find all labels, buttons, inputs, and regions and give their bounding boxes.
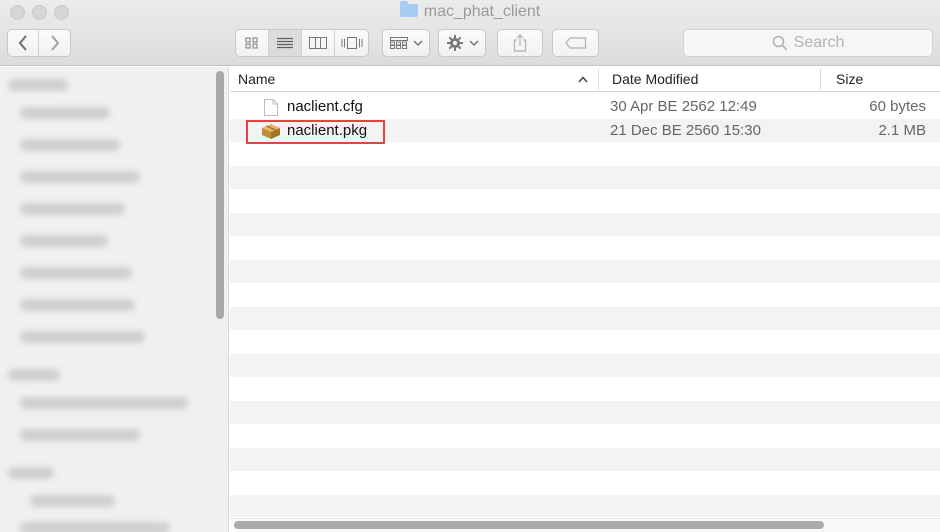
- file-list: naclient.cfg 30 Apr BE 2562 12:49 60 byt…: [230, 93, 940, 517]
- cover-flow-icon: [341, 37, 362, 49]
- chevron-left-icon: [18, 35, 27, 51]
- forward-button[interactable]: [39, 30, 70, 56]
- empty-row: [230, 189, 940, 213]
- document-icon: [264, 99, 278, 116]
- empty-row: [230, 400, 940, 424]
- empty-row: [230, 447, 940, 471]
- sidebar-item[interactable]: [20, 235, 108, 247]
- empty-row: [230, 471, 940, 495]
- share-button[interactable]: [497, 29, 543, 57]
- navigation-buttons: [7, 29, 71, 57]
- empty-row: [230, 330, 940, 354]
- empty-row: [230, 424, 940, 448]
- sidebar-item[interactable]: [20, 397, 188, 409]
- sidebar-scrollbar[interactable]: [216, 71, 224, 319]
- empty-row: [230, 165, 940, 189]
- date-column-header[interactable]: Date Modified: [612, 67, 698, 92]
- sidebar-item[interactable]: [20, 203, 125, 215]
- chevron-down-icon: [412, 40, 423, 47]
- back-button[interactable]: [8, 30, 40, 56]
- sidebar-item[interactable]: [20, 267, 132, 279]
- window-toolbar: mac_phat_client Search: [0, 0, 940, 66]
- file-name: naclient.pkg: [287, 121, 368, 139]
- gear-icon: [446, 35, 463, 51]
- arrange-button[interactable]: [382, 29, 430, 57]
- list-view-button[interactable]: [269, 30, 302, 56]
- empty-row: [230, 283, 940, 307]
- cover-flow-button[interactable]: [335, 30, 368, 56]
- sidebar-item[interactable]: [20, 522, 170, 532]
- file-date: 21 Dec BE 2560 15:30: [610, 121, 761, 139]
- chevron-down-icon: [468, 40, 479, 47]
- empty-row: [230, 259, 940, 283]
- action-button[interactable]: [438, 29, 486, 57]
- empty-row: [230, 212, 940, 236]
- name-column-header[interactable]: Name: [238, 67, 275, 92]
- file-row[interactable]: naclient.cfg 30 Apr BE 2562 12:49 60 byt…: [230, 95, 940, 119]
- sidebar-section-heading: [8, 369, 60, 381]
- search-placeholder: Search: [793, 34, 845, 51]
- sidebar-item[interactable]: [30, 495, 115, 507]
- sidebar-item[interactable]: [20, 139, 120, 151]
- search-icon: [772, 35, 787, 51]
- folder-icon: [399, 1, 418, 17]
- empty-row: [230, 306, 940, 330]
- empty-row: [230, 377, 940, 401]
- sidebar-item[interactable]: [20, 171, 140, 183]
- share-icon: [513, 34, 527, 52]
- empty-row: [230, 236, 940, 260]
- chevron-right-icon: [50, 35, 59, 51]
- column-view-icon: [309, 37, 327, 49]
- arrange-grid-icon: [389, 37, 408, 49]
- file-size: 60 bytes: [869, 98, 926, 115]
- size-column-header[interactable]: Size: [836, 67, 863, 92]
- column-divider[interactable]: [820, 69, 821, 90]
- sidebar-item[interactable]: [20, 429, 140, 441]
- file-row[interactable]: naclient.pkg 21 Dec BE 2560 15:30 2.1 MB: [230, 118, 940, 144]
- icon-view-icon: [245, 37, 258, 49]
- search-field[interactable]: Search: [683, 29, 933, 57]
- empty-row: [230, 353, 940, 377]
- file-size: 2.1 MB: [878, 121, 926, 139]
- sidebar-item[interactable]: [20, 331, 145, 343]
- empty-row: [230, 142, 940, 166]
- view-mode-control: [235, 29, 369, 57]
- sidebar-item[interactable]: [20, 299, 135, 311]
- window-title: mac_phat_client: [0, 1, 940, 21]
- icon-view-button[interactable]: [236, 30, 269, 56]
- list-view-icon: [277, 37, 293, 49]
- horizontal-scrollbar[interactable]: [234, 521, 824, 529]
- sort-ascending-icon: [578, 76, 588, 83]
- file-date: 30 Apr BE 2562 12:49: [610, 98, 757, 115]
- sidebar-item[interactable]: [20, 107, 110, 119]
- file-name: naclient.cfg: [287, 98, 363, 115]
- sidebar-section-heading: [8, 79, 68, 91]
- tag-icon: [564, 37, 586, 49]
- column-divider[interactable]: [598, 69, 599, 90]
- sidebar-section-heading: [8, 467, 54, 479]
- tag-button[interactable]: [552, 29, 599, 57]
- column-view-button[interactable]: [302, 30, 335, 56]
- sidebar: [0, 67, 229, 532]
- column-header: Name Date Modified Size: [230, 67, 940, 92]
- empty-row: [230, 494, 940, 517]
